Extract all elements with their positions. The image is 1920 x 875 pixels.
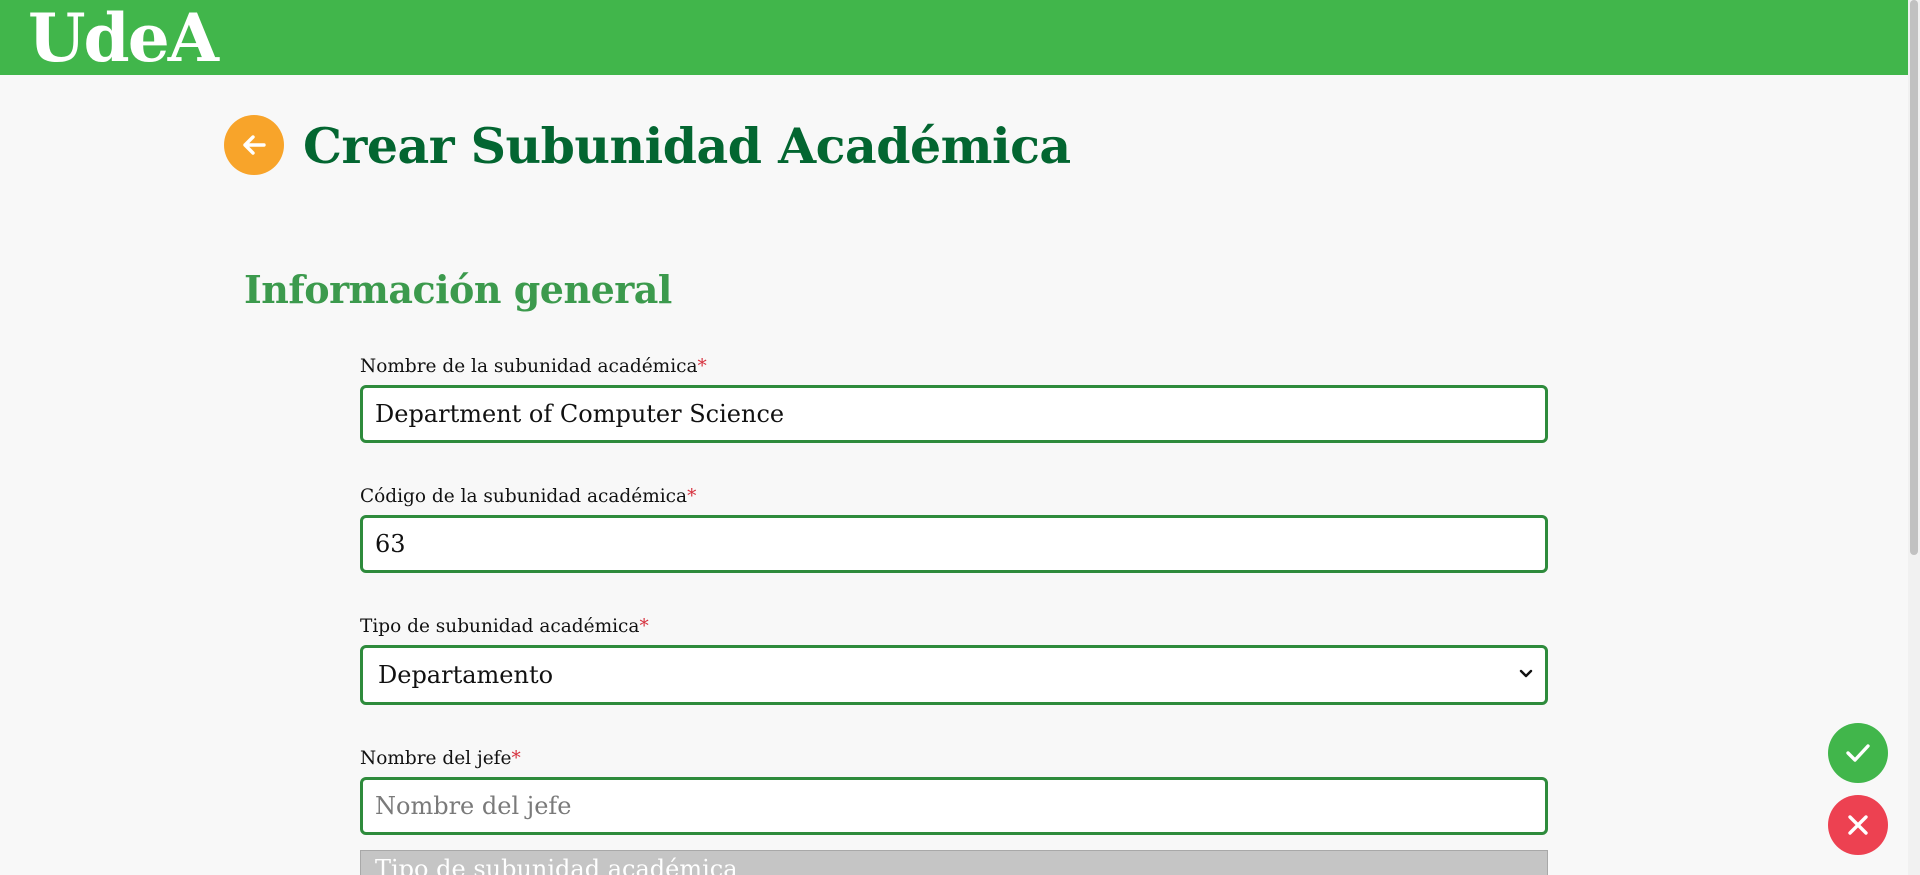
top-header-bar: UdeA — [0, 0, 1908, 75]
codigo-label-text: Código de la subunidad académica — [360, 486, 688, 507]
required-marker: * — [511, 748, 521, 769]
required-marker: * — [639, 616, 649, 637]
page-title: Crear Subunidad Académica — [303, 117, 1071, 175]
jefe-input[interactable] — [360, 777, 1548, 835]
chevron-down-icon — [1519, 669, 1533, 678]
jefe-label-text: Nombre del jefe — [360, 748, 512, 769]
arrow-left-icon — [243, 135, 266, 155]
back-button[interactable] — [224, 115, 284, 175]
nombre-label: Nombre de la subunidad académica* — [360, 354, 707, 380]
codigo-label: Código de la subunidad académica* — [360, 484, 696, 510]
tipo-select-value: Departamento — [378, 661, 554, 689]
jefe-label: Nombre del jefe* — [360, 746, 521, 772]
vertical-scrollbar[interactable] — [1908, 0, 1920, 875]
required-marker: * — [687, 486, 697, 507]
udea-logo[interactable]: UdeA — [28, 2, 219, 74]
tipo-label: Tipo de subunidad académica* — [360, 614, 649, 640]
tipo-disabled-field: Tipo de subunidad académica — [360, 850, 1548, 875]
section-title: Información general — [244, 267, 672, 312]
codigo-input[interactable] — [360, 515, 1548, 573]
required-marker: * — [697, 356, 707, 377]
tipo-disabled-text: Tipo de subunidad académica — [375, 855, 738, 875]
tipo-label-text: Tipo de subunidad académica — [360, 616, 640, 637]
cancel-button[interactable] — [1828, 795, 1888, 855]
confirm-button[interactable] — [1828, 723, 1888, 783]
close-icon — [1848, 815, 1868, 835]
nombre-input[interactable] — [360, 385, 1548, 443]
nombre-label-text: Nombre de la subunidad académica — [360, 356, 698, 377]
tipo-select[interactable]: Departamento — [360, 645, 1548, 705]
scrollbar-thumb[interactable] — [1910, 0, 1918, 555]
checkmark-icon — [1846, 744, 1870, 762]
